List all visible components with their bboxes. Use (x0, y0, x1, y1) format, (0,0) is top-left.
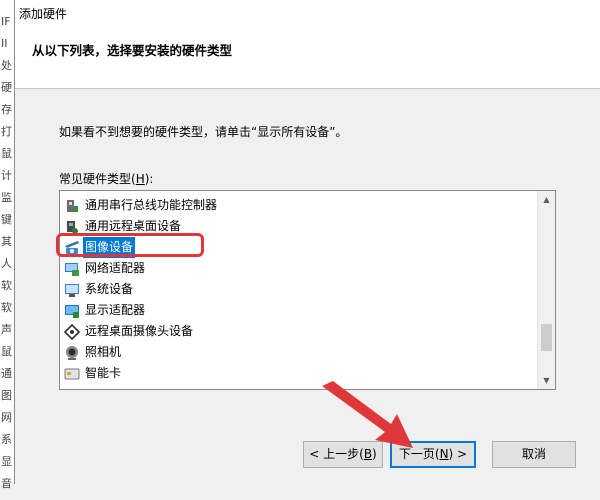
wizard-header: 从以下列表，选择要安装的硬件类型 (15, 26, 600, 89)
back-suffix: ) (372, 447, 377, 461)
background-glyph: 存 (1, 104, 12, 116)
display-adapter-icon (64, 303, 80, 319)
next-mnemonic: N (439, 447, 449, 461)
back-button[interactable]: < 上一步(B) (303, 441, 383, 468)
hardware-list-item-label: 系统设备 (85, 282, 134, 296)
background-glyph: 打 (1, 126, 12, 138)
background-glyph: 图 (1, 390, 12, 402)
instruction-text: 如果看不到想要的硬件类型，请单击“显示所有设备”。 (59, 125, 348, 139)
scroll-down-arrow-icon[interactable]: ▼ (538, 372, 555, 389)
add-hardware-wizard: 添加硬件 从以下列表，选择要安装的硬件类型 如果看不到想要的硬件类型，请单击“显… (14, 0, 600, 484)
hardware-list-item[interactable]: 照相机 (64, 342, 123, 363)
next-label: 下一页( (398, 447, 440, 461)
background-glyph: 人 (1, 258, 12, 270)
background-glyph: 监 (1, 192, 12, 204)
scroll-thumb[interactable] (541, 324, 552, 352)
background-window-edge: IF II 处硬存打鼠计监键其人软软声鼠通图网系显音 (0, 0, 15, 489)
background-glyph: 音 (1, 478, 12, 490)
hardware-list-item-label: 照相机 (85, 345, 122, 359)
background-glyph: 系 (1, 434, 12, 446)
hardware-list-label: 常见硬件类型(H): (59, 170, 153, 187)
annotation-highlight-box (56, 233, 204, 257)
hardware-list-item[interactable]: 网络适配器 (64, 258, 147, 279)
title-bar[interactable]: 添加硬件 (15, 0, 600, 26)
system-device-icon (64, 282, 80, 298)
back-label: < 上一步( (309, 447, 364, 461)
hardware-list-item-label: 显示适配器 (85, 303, 146, 317)
hardware-list-item[interactable]: 系统设备 (64, 279, 135, 300)
hardware-list-item[interactable]: 显示适配器 (64, 300, 147, 321)
network-adapter-icon (64, 261, 80, 277)
camera-icon (64, 345, 80, 361)
hardware-list-item-label: 网络适配器 (85, 261, 146, 275)
background-glyph: 通 (1, 368, 12, 380)
next-suffix: ) > (448, 447, 468, 461)
hardware-list-item[interactable]: 智能卡 (64, 363, 123, 384)
hardware-type-list[interactable]: ▲ ▼ 通用串行总线功能控制器 通用远程桌面设备 图像设备 网络适配器 系统设备 显示适配… (59, 190, 556, 390)
background-glyph: 网 (1, 412, 12, 424)
background-glyph: 鼠 (1, 148, 12, 160)
background-glyph: 计 (1, 170, 12, 182)
page-heading: 从以下列表，选择要安装的硬件类型 (32, 43, 233, 58)
background-glyph: 硬 (1, 82, 12, 94)
smart-card-icon (64, 366, 80, 382)
usb-controller-icon (64, 198, 80, 214)
hardware-list-item[interactable]: 远程桌面摄像头设备 (63, 321, 195, 342)
background-glyph: 鼠 (1, 346, 12, 358)
hardware-list-item[interactable]: 通用串行总线功能控制器 (64, 195, 219, 216)
background-glyph: 声 (1, 324, 12, 336)
hardware-list-item-label: 远程桌面摄像头设备 (85, 324, 194, 338)
background-glyph: II (1, 38, 8, 50)
background-glyph: IF (1, 16, 11, 28)
window-title: 添加硬件 (19, 7, 68, 21)
background-glyph: 处 (1, 60, 12, 72)
background-glyph: 其 (1, 236, 12, 248)
background-glyph: 软 (1, 302, 12, 314)
vertical-scrollbar[interactable]: ▲ ▼ (537, 191, 555, 389)
remote-camera-icon (63, 323, 81, 340)
background-glyph: 显 (1, 456, 12, 468)
hardware-list-item-label: 通用串行总线功能控制器 (85, 198, 218, 212)
hardware-list-item-label: 智能卡 (85, 366, 122, 380)
next-button[interactable]: 下一页(N) > (390, 441, 476, 468)
background-glyph: 软 (1, 280, 12, 292)
list-label-suffix: ): (144, 172, 154, 186)
cancel-button[interactable]: 取消 (492, 441, 576, 468)
list-label-prefix: 常见硬件类型( (59, 172, 136, 186)
list-label-mnemonic: H (135, 172, 145, 186)
scroll-up-arrow-icon[interactable]: ▲ (538, 191, 555, 208)
background-glyph: 键 (1, 214, 12, 226)
back-mnemonic: B (363, 447, 373, 461)
